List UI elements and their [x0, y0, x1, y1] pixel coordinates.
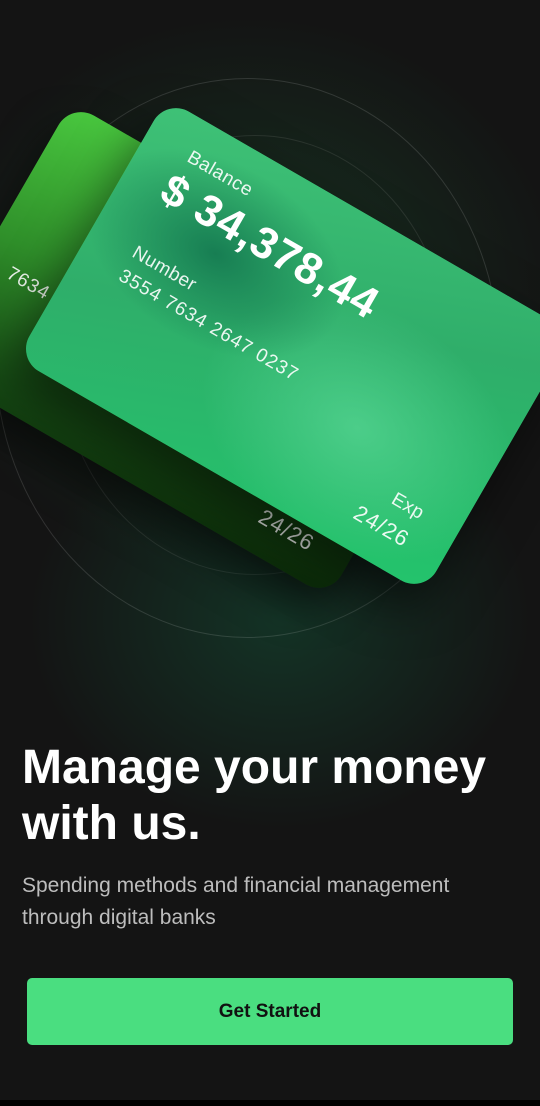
onboarding-screen: Ba $ 7634 2647 0237 24/26 Balance $ 34,3…: [0, 0, 540, 1106]
system-navigation-bar: [0, 1100, 540, 1106]
front-card-number: 3554 7634 2647 0237: [115, 265, 303, 386]
page-title: Manage your money with us.: [22, 741, 487, 850]
get-started-button[interactable]: Get Started: [27, 978, 513, 1045]
hero-illustration: Ba $ 7634 2647 0237 24/26 Balance $ 34,3…: [0, 0, 540, 700]
page-subtitle: Spending methods and financial managemen…: [22, 874, 450, 929]
